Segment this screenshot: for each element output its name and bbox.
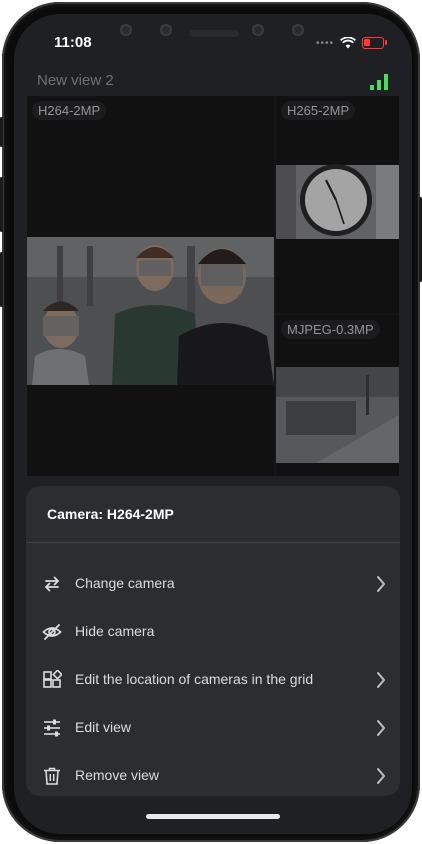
swap-arrows-icon (45, 576, 59, 592)
view-header: New view 2 (14, 72, 412, 98)
sliders-icon (44, 719, 60, 737)
home-indicator[interactable] (146, 814, 280, 819)
menu-item-label: Edit the location of cameras in the grid (75, 671, 314, 687)
menu-item-edit-location[interactable]: Edit the location of cameras in the grid (26, 658, 400, 702)
view-title[interactable]: New view 2 (37, 72, 114, 89)
menu-item-label: Edit view (75, 719, 132, 735)
earpiece-speaker (189, 30, 239, 37)
chevron-right-icon (377, 576, 385, 592)
volume-down-button (0, 252, 3, 307)
menu-item-hide-camera[interactable]: Hide camera (26, 610, 400, 654)
menu-item-label: Remove view (75, 767, 160, 783)
volume-up-button (0, 177, 3, 232)
sensor-dot (292, 24, 304, 36)
status-bar: 11:08 •••• (14, 14, 412, 70)
cellular-dots-icon: •••• (315, 37, 334, 49)
wifi-icon (340, 37, 356, 49)
menu-item-label: Hide camera (75, 623, 155, 639)
status-time: 11:08 (54, 34, 92, 51)
sensor-dot (120, 24, 132, 36)
chevron-right-icon (377, 672, 385, 688)
camera-action-sheet: Camera: H264-2MP Change camera Hide came… (26, 486, 400, 796)
sheet-title: Camera: H264-2MP (47, 506, 174, 522)
battery-icon (362, 37, 387, 49)
sensor-dot (252, 24, 264, 36)
divider (26, 542, 400, 543)
status-icons: •••• (315, 36, 387, 50)
chevron-right-icon (377, 768, 385, 784)
phone-frame: 11:08 •••• New view 2 H264-2MP H265-2MP … (0, 2, 422, 842)
front-camera (160, 24, 172, 36)
grid-edit-icon (43, 670, 62, 688)
menu-item-remove-view[interactable]: Remove view (26, 754, 400, 798)
screen: 11:08 •••• New view 2 H264-2MP H265-2MP … (14, 14, 412, 834)
sensor-housing (114, 24, 314, 46)
eye-off-icon (42, 624, 62, 640)
chevron-right-icon (377, 720, 385, 736)
menu-item-label: Change camera (75, 575, 175, 591)
menu-item-edit-view[interactable]: Edit view (26, 706, 400, 750)
trash-icon (44, 767, 60, 785)
grid-dim-overlay (27, 96, 399, 476)
menu-item-change-camera[interactable]: Change camera (26, 562, 400, 606)
signal-strength-icon (370, 74, 388, 90)
camera-grid: H264-2MP H265-2MP MJPEG-0.3MP (27, 96, 399, 476)
silent-switch (0, 117, 3, 147)
